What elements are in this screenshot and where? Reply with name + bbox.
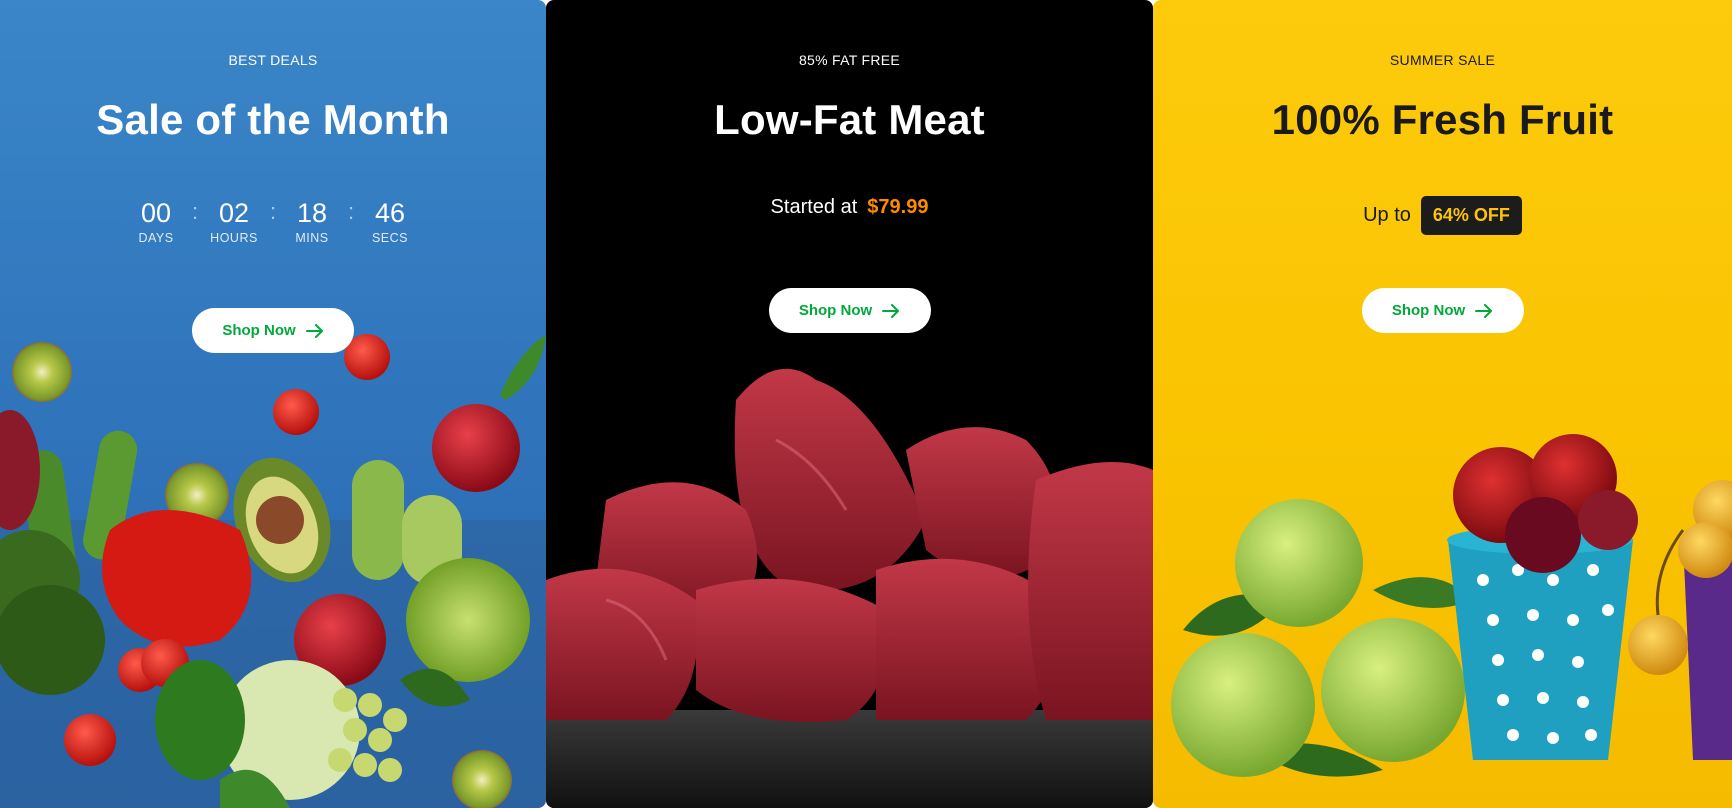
offer-row: Up to 64% OFF — [1153, 196, 1732, 235]
fruit-image — [1153, 430, 1732, 808]
secs-label: SECS — [371, 231, 409, 245]
vegetables-image — [0, 320, 546, 808]
arrow-right-icon — [305, 323, 323, 338]
countdown-days: 00 DAYS — [125, 197, 187, 245]
mins-value: 18 — [296, 198, 328, 228]
low-fat-meat-banner: 85% FAT FREE Low-Fat Meat Started at $79… — [546, 0, 1153, 808]
mins-label: MINS — [295, 231, 329, 245]
eyebrow-text: BEST DEALS — [228, 52, 318, 68]
meat-image — [546, 360, 1153, 808]
countdown-mins: 18 MINS — [281, 197, 343, 245]
shop-now-button[interactable]: Shop Now — [1361, 288, 1524, 333]
sale-of-month-banner: BEST DEALS Sale of the Month 00 DAYS : 0… — [0, 0, 546, 808]
banner-title: Low-Fat Meat — [714, 96, 985, 143]
fresh-fruit-banner: SUMMER SALE 100% Fresh Fruit Up to 64% O… — [1153, 0, 1732, 808]
arrow-right-icon — [882, 303, 900, 318]
shop-now-label: Shop Now — [1391, 302, 1466, 319]
price-prefix: Started at — [770, 196, 858, 218]
countdown-separator: : — [269, 199, 277, 224]
price-row: Started at $79.99 — [546, 196, 1153, 219]
shop-now-label: Shop Now — [798, 302, 873, 319]
offer-prefix: Up to — [1363, 204, 1411, 226]
countdown-separator: : — [191, 199, 199, 224]
eyebrow-text: SUMMER SALE — [1389, 52, 1496, 68]
hours-label: HOURS — [210, 231, 258, 245]
banner-title: 100% Fresh Fruit — [1271, 96, 1614, 143]
shop-now-button[interactable]: Shop Now — [768, 288, 931, 333]
countdown-timer: 00 DAYS : 02 HOURS : 18 MINS : 46 SECS — [0, 197, 546, 245]
days-value: 00 — [140, 198, 172, 228]
countdown-secs: 46 SECS — [359, 197, 421, 245]
countdown-hours: 02 HOURS — [203, 197, 265, 245]
days-label: DAYS — [138, 231, 174, 245]
arrow-right-icon — [1475, 303, 1493, 318]
shop-now-label: Shop Now — [222, 322, 296, 339]
discount-badge: 64% OFF — [1420, 196, 1522, 235]
eyebrow-text: 85% FAT FREE — [798, 52, 901, 68]
hours-value: 02 — [218, 198, 250, 228]
price-value: $79.99 — [867, 196, 929, 218]
shop-now-button[interactable]: Shop Now — [192, 308, 354, 353]
banner-title: Sale of the Month — [96, 96, 450, 143]
secs-value: 46 — [374, 198, 406, 228]
countdown-separator: : — [347, 199, 355, 224]
